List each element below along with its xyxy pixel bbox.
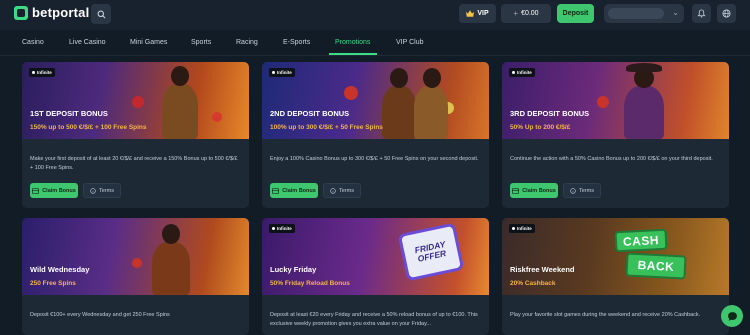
promo-subtitle: 50% Up to 200 €/$/£ (510, 124, 571, 131)
claim-bonus-button[interactable]: Claim Bonus (270, 183, 318, 198)
promo-subtitle: 100% up to 300 €/$/£ + 50 Free Spins (270, 124, 383, 131)
logo-text: betportal (32, 5, 90, 20)
promo-banner[interactable]: Infinite 2ND DEPOSIT BONUS 100% up to 30… (262, 62, 489, 139)
promo-title: Wild Wednesday (30, 265, 90, 274)
promo-description: Deposit €100+ every Wednesday and get 25… (30, 312, 170, 318)
promo-description: Enjoy a 100% Casino Bonus up to 300 €/$/… (270, 156, 479, 162)
promo-banner[interactable]: Infinite 3RD DEPOSIT BONUS 50% Up to 200… (502, 62, 729, 139)
search-icon (97, 10, 105, 18)
nav-item-vip-club[interactable]: VIP Club (396, 39, 424, 46)
account-avatar-placeholder (608, 8, 664, 19)
infinite-badge: Infinite (269, 224, 295, 233)
infinite-badge: Infinite (509, 68, 535, 77)
pirate-hat (626, 63, 662, 72)
promo-subtitle: 20% Cashback (510, 280, 556, 287)
vip-label: VIP (477, 10, 489, 17)
woman-figure (162, 84, 198, 139)
promo-banner[interactable]: CASH BACK Infinite Riskfree Weekend 20% … (502, 218, 729, 295)
woman-figure (414, 86, 448, 139)
claim-bonus-button[interactable]: Claim Bonus (510, 183, 558, 198)
info-icon (570, 187, 576, 194)
notifications-button[interactable] (692, 4, 711, 23)
promo-banner[interactable]: FRIDAY OFFER Infinite Lucky Friday 50% F… (262, 218, 489, 295)
claim-bonus-button[interactable]: Claim Bonus (30, 183, 78, 198)
promo-card-wild-wednesday: Wild Wednesday 250 Free Spins Deposit €1… (22, 218, 249, 335)
gift-icon (272, 187, 280, 194)
infinite-badge: Infinite (509, 224, 535, 233)
bell-icon (697, 9, 706, 18)
nav-item-live-casino[interactable]: Live Casino (69, 39, 106, 46)
info-icon (330, 187, 336, 194)
search-button[interactable] (91, 4, 111, 24)
chevron-down-icon: ⌄ (672, 8, 679, 17)
terms-button[interactable]: Terms (563, 183, 601, 198)
promo-banner[interactable]: Wild Wednesday 250 Free Spins (22, 218, 249, 295)
dice-decoration (132, 258, 142, 268)
gift-icon (32, 187, 40, 194)
nav-item-mini-games[interactable]: Mini Games (130, 39, 167, 46)
promo-card-3rd-deposit: Infinite 3RD DEPOSIT BONUS 50% Up to 200… (502, 62, 729, 208)
dice-decoration (597, 96, 609, 108)
nav-active-indicator (329, 53, 377, 55)
promo-card-lucky-friday: FRIDAY OFFER Infinite Lucky Friday 50% F… (262, 218, 489, 335)
promo-description: Deposit at least €20 every Friday and re… (270, 312, 478, 327)
dice-decoration (212, 112, 222, 122)
promo-subtitle: 50% Friday Reload Bonus (270, 280, 350, 287)
promo-subtitle: 250 Free Spins (30, 280, 76, 287)
top-header: betportal VIP + €0.00 Deposit ⌄ (0, 0, 750, 30)
promo-card-riskfree-weekend: CASH BACK Infinite Riskfree Weekend 20% … (502, 218, 729, 335)
balance-amount: €0.00 (521, 10, 539, 17)
promo-description: Make your first deposit of at least 20 €… (30, 156, 238, 171)
promo-title: Lucky Friday (270, 265, 317, 274)
infinite-badge: Infinite (29, 68, 55, 77)
account-dropdown[interactable]: ⌄ (604, 4, 684, 23)
woman-head (423, 68, 441, 88)
info-icon (90, 187, 96, 194)
woman-head (171, 66, 189, 86)
logo[interactable]: betportal (14, 5, 89, 20)
crown-icon (466, 10, 475, 17)
globe-icon (722, 9, 731, 18)
infinite-badge: Infinite (269, 68, 295, 77)
deposit-button[interactable]: Deposit (557, 4, 594, 23)
friday-offer-art: FRIDAY OFFER (397, 222, 465, 282)
woman-head (390, 68, 408, 88)
language-button[interactable] (717, 4, 736, 23)
nav-item-sports[interactable]: Sports (191, 39, 211, 46)
woman-figure (152, 242, 190, 295)
terms-button[interactable]: Terms (323, 183, 361, 198)
pirate-figure (624, 86, 664, 139)
gift-icon (512, 187, 520, 194)
promo-title: Riskfree Weekend (510, 265, 575, 274)
main-nav: Casino Live Casino Mini Games Sports Rac… (0, 30, 750, 56)
promo-title: 1ST DEPOSIT BONUS (30, 109, 108, 118)
betportal-logo-icon (14, 5, 28, 20)
promo-description: Continue the action with a 50% Casino Bo… (510, 156, 713, 162)
promo-description: Play your favorite slot games during the… (510, 312, 701, 318)
back-art: BACK (625, 252, 687, 280)
promo-title: 3RD DEPOSIT BONUS (510, 109, 590, 118)
balance-display[interactable]: + €0.00 (501, 4, 551, 23)
live-chat-button[interactable] (721, 305, 743, 327)
plus-icon: + (513, 9, 519, 18)
terms-button[interactable]: Terms (83, 183, 121, 198)
nav-item-esports[interactable]: E-Sports (283, 39, 310, 46)
vip-button[interactable]: VIP (459, 4, 496, 23)
dice-decoration (132, 96, 144, 108)
promo-title: 2ND DEPOSIT BONUS (270, 109, 350, 118)
promo-banner[interactable]: Infinite 1ST DEPOSIT BONUS 150% up to 50… (22, 62, 249, 139)
cash-art: CASH (614, 228, 668, 253)
nav-item-promotions[interactable]: Promotions (335, 39, 370, 46)
promo-card-2nd-deposit: Infinite 2ND DEPOSIT BONUS 100% up to 30… (262, 62, 489, 208)
woman-head (162, 224, 180, 244)
nav-item-casino[interactable]: Casino (22, 39, 44, 46)
woman-figure (382, 86, 416, 139)
chat-icon (727, 311, 737, 321)
promo-subtitle: 150% up to 500 €/$/£ + 100 Free Spins (30, 124, 147, 131)
nav-item-racing[interactable]: Racing (236, 39, 258, 46)
dice-decoration (344, 86, 358, 100)
promo-card-1st-deposit: Infinite 1ST DEPOSIT BONUS 150% up to 50… (22, 62, 249, 208)
